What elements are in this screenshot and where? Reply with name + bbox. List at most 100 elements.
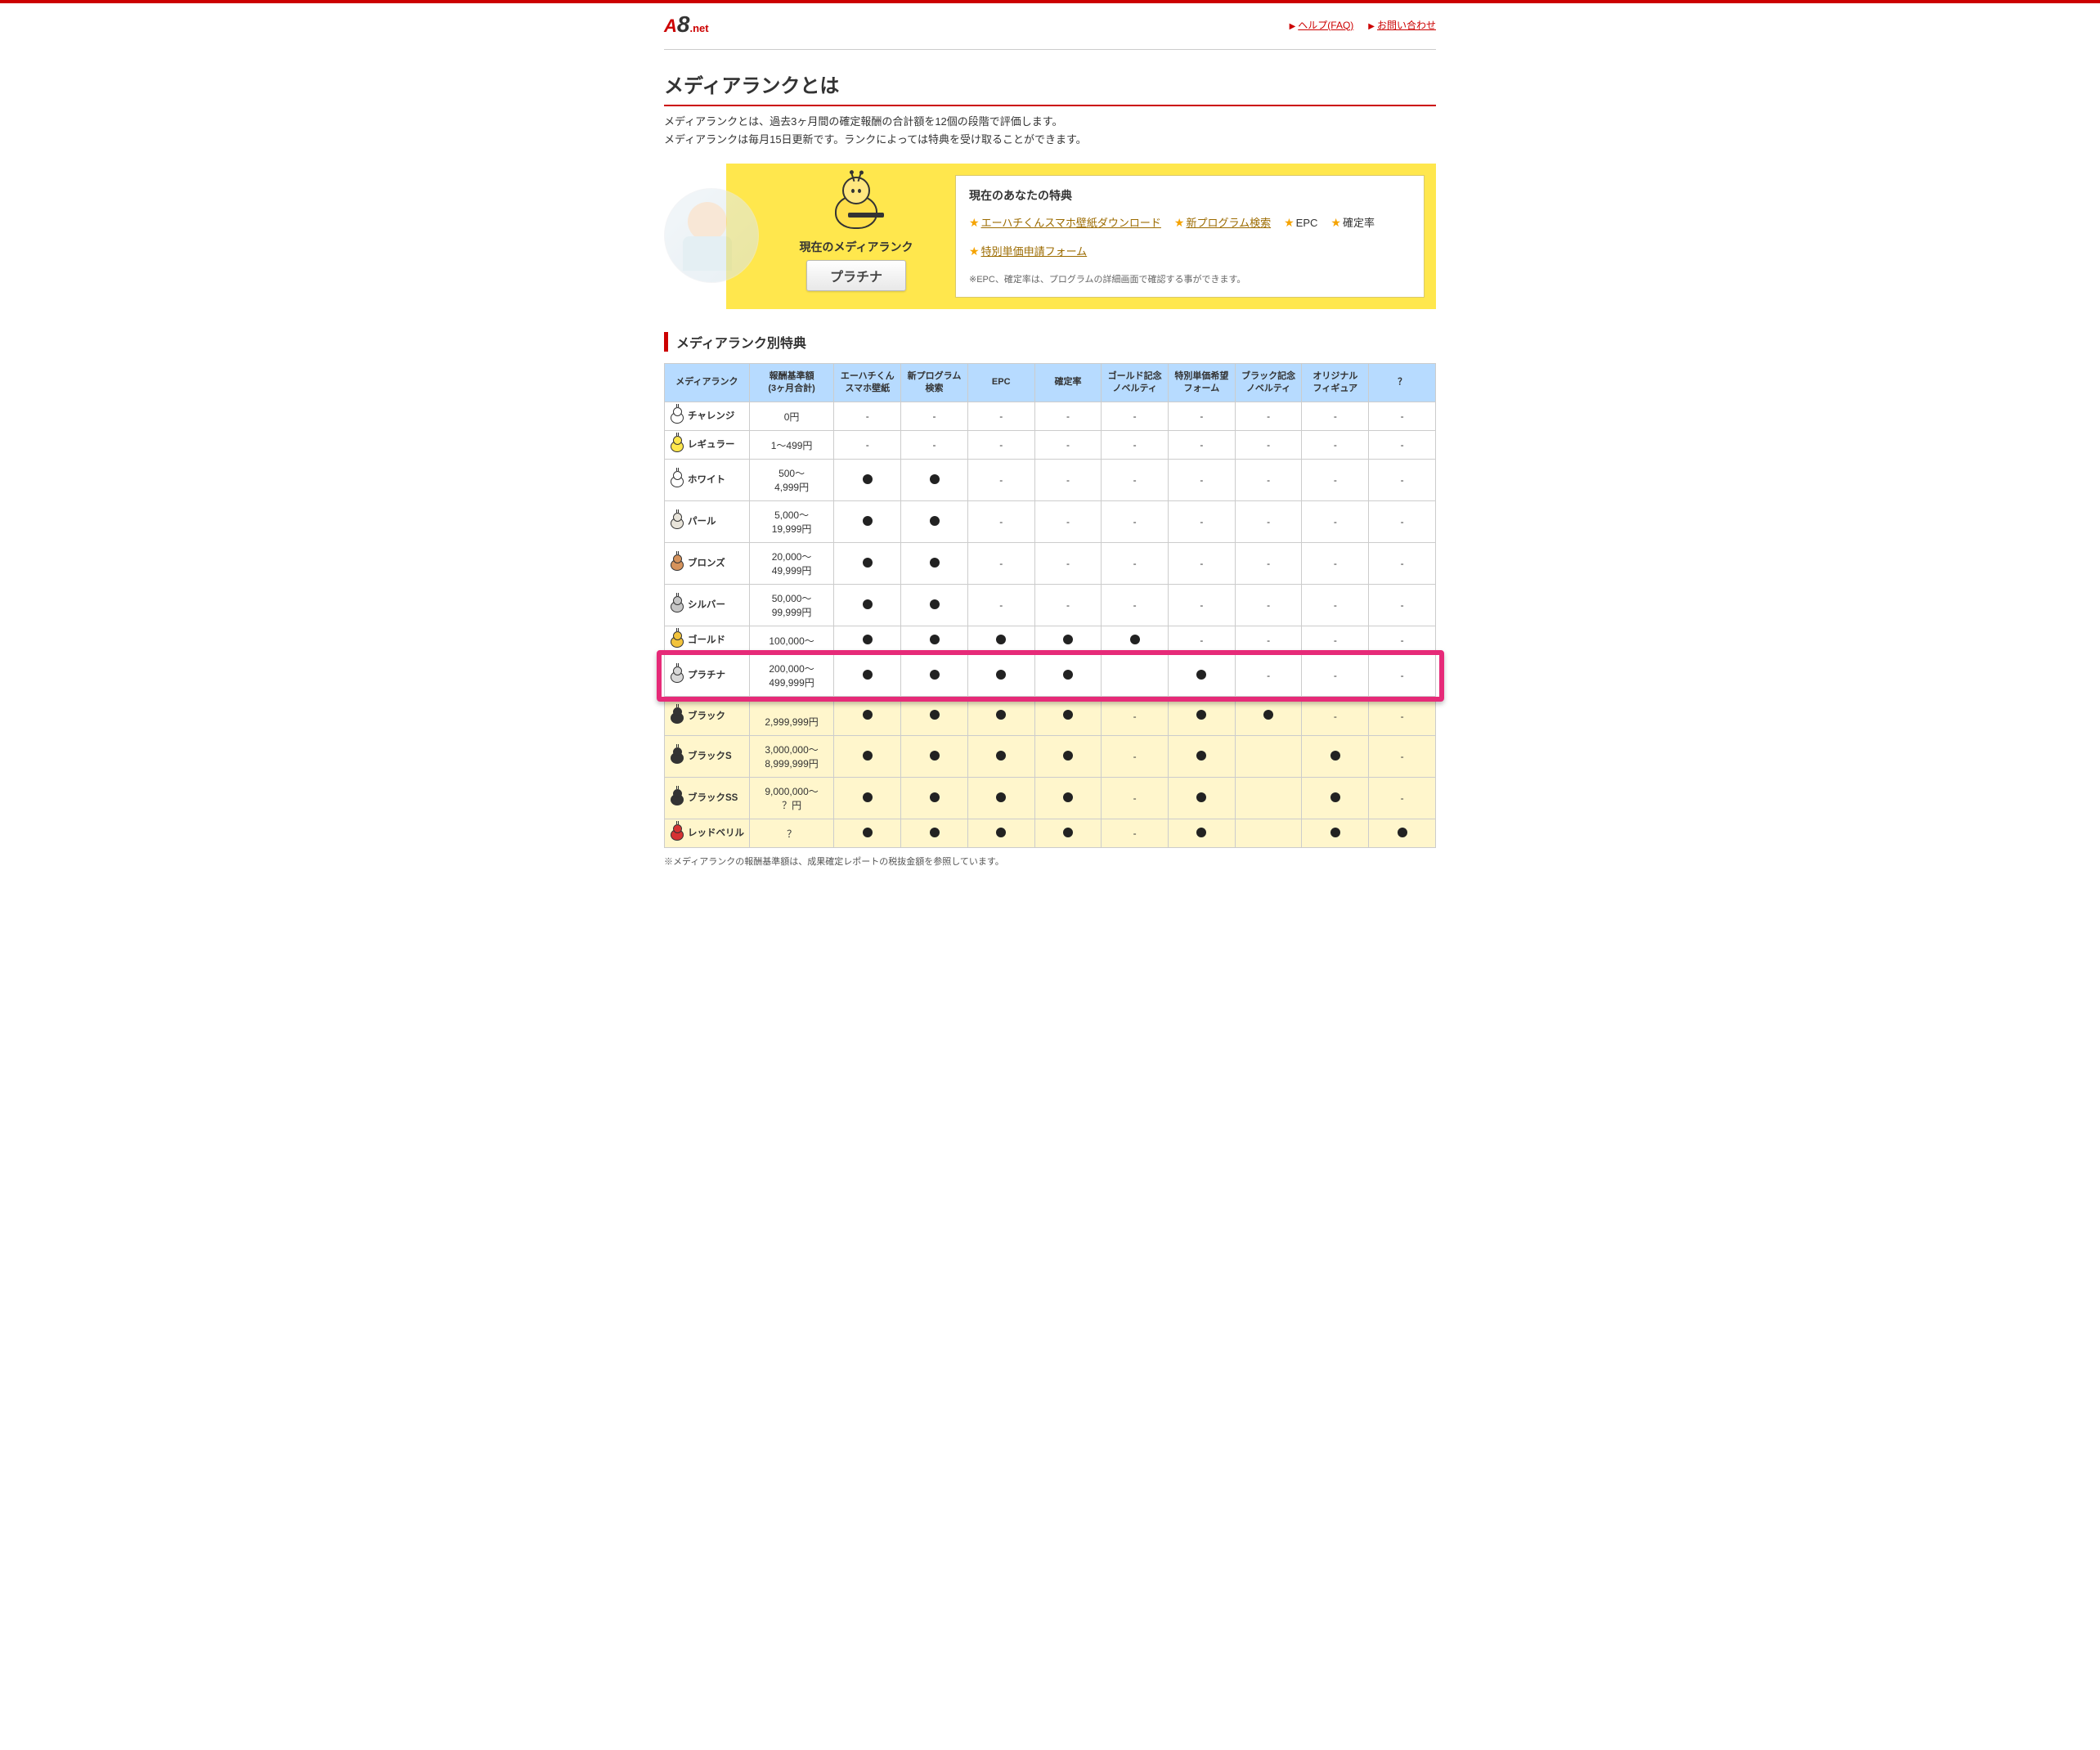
- feature-cell: -: [1235, 460, 1302, 501]
- help-link-wrap: ▶ヘルプ(FAQ): [1290, 18, 1354, 32]
- feature-cell: -: [1369, 431, 1436, 460]
- section-title: メディアランク別特典: [664, 332, 1436, 352]
- dot-icon: [1063, 828, 1073, 837]
- feature-cell: -: [1034, 460, 1102, 501]
- benefits-box: 現在のあなたの特典 ★エーハチくんスマホ壁紙ダウンロード ★新プログラム検索 ★…: [955, 175, 1425, 297]
- rank-name-cell: ブラック: [665, 697, 750, 736]
- column-header: メディアランク: [665, 363, 750, 402]
- benefits-note: ※EPC、確定率は、プログラムの詳細画面で確認する事ができます。: [969, 272, 1411, 285]
- column-header: 新プログラム検索: [901, 363, 968, 402]
- feature-cell: -: [1302, 460, 1369, 501]
- feature-cell: -: [1235, 626, 1302, 655]
- star-icon: ★: [1330, 216, 1341, 229]
- feature-cell: -: [1302, 585, 1369, 626]
- feature-cell: -: [1369, 736, 1436, 778]
- benefit-newprog-link[interactable]: 新プログラム検索: [1186, 217, 1271, 229]
- dot-icon: [1063, 710, 1073, 720]
- feature-cell: -: [1235, 585, 1302, 626]
- feature-cell: -: [1302, 543, 1369, 585]
- feature-cell: -: [1169, 460, 1236, 501]
- benefits-list: ★エーハチくんスマホ壁紙ダウンロード ★新プログラム検索 ★EPC ★確定率 ★…: [969, 212, 1411, 262]
- star-icon: ★: [969, 245, 980, 258]
- bee-icon: [670, 791, 684, 805]
- dot-icon: [930, 751, 940, 761]
- amount-cell: 1〜499円: [749, 431, 834, 460]
- column-header: ？: [1369, 363, 1436, 402]
- feature-cell: [1302, 736, 1369, 778]
- feature-cell: [1034, 819, 1102, 848]
- feature-cell: [901, 460, 968, 501]
- rank-table-wrap: メディアランク報酬基準額(3ヶ月合計)エーハチくんスマホ壁紙新プログラム検索EP…: [664, 363, 1436, 849]
- benefit-special-link[interactable]: 特別単価申請フォーム: [981, 245, 1088, 258]
- star-icon: ★: [969, 216, 980, 229]
- rank-name-cell: レギュラー: [665, 431, 750, 460]
- dot-icon: [930, 710, 940, 720]
- amount-cell: 500〜4,999円: [749, 460, 834, 501]
- feature-cell: -: [1169, 626, 1236, 655]
- page-title: メディアランクとは: [664, 70, 1436, 106]
- feature-cell: -: [1034, 501, 1102, 543]
- dot-icon: [863, 670, 873, 680]
- feature-cell: [901, 626, 968, 655]
- footnote: ※メディアランクの報酬基準額は、成果確定レポートの税抜金額を参照しています。: [664, 855, 1436, 868]
- dot-icon: [996, 751, 1006, 761]
- feature-cell: -: [1369, 655, 1436, 697]
- rank-name-cell: パール: [665, 501, 750, 543]
- intro-text: メディアランクとは、過去3ヶ月間の確定報酬の合計額を12個の段階で評価します。 …: [664, 113, 1436, 149]
- dot-icon: [863, 474, 873, 484]
- feature-cell: -: [1235, 431, 1302, 460]
- bee-icon: [670, 438, 684, 452]
- feature-cell: -: [1034, 585, 1102, 626]
- dot-icon: [930, 635, 940, 644]
- dot-icon: [1130, 635, 1140, 644]
- benefit-epc: EPC: [1296, 217, 1318, 229]
- feature-cell: [834, 460, 901, 501]
- dot-icon: [996, 670, 1006, 680]
- dot-icon: [863, 792, 873, 802]
- dot-icon: [930, 474, 940, 484]
- feature-cell: [834, 655, 901, 697]
- column-header: 特別単価希望フォーム: [1169, 363, 1236, 402]
- feature-cell: -: [1169, 501, 1236, 543]
- dot-icon: [1196, 828, 1206, 837]
- feature-cell: -: [1235, 655, 1302, 697]
- feature-cell: -: [967, 431, 1034, 460]
- rank-table: メディアランク報酬基準額(3ヶ月合計)エーハチくんスマホ壁紙新プログラム検索EP…: [664, 363, 1436, 849]
- column-header: 確定率: [1034, 363, 1102, 402]
- dot-icon: [930, 670, 940, 680]
- rank-name-cell: ブラックSS: [665, 778, 750, 819]
- rank-name-cell: ホワイト: [665, 460, 750, 501]
- bee-icon: [670, 826, 684, 841]
- feature-cell: [967, 697, 1034, 736]
- logo[interactable]: A8.net: [664, 11, 709, 38]
- current-rank-panel: 現在のメディアランク プラチナ 現在のあなたの特典 ★エーハチくんスマホ壁紙ダウ…: [664, 164, 1436, 308]
- feature-cell: -: [834, 402, 901, 431]
- dot-icon: [996, 635, 1006, 644]
- feature-cell: [901, 585, 968, 626]
- column-header: ブラック記念ノベルティ: [1235, 363, 1302, 402]
- bee-icon: [670, 514, 684, 529]
- feature-cell: -: [1102, 697, 1169, 736]
- feature-cell: [1235, 736, 1302, 778]
- feature-cell: -: [1235, 402, 1302, 431]
- triangle-icon: ▶: [1368, 22, 1375, 31]
- feature-cell: -: [1102, 819, 1169, 848]
- feature-cell: -: [1302, 697, 1369, 736]
- dot-icon: [863, 516, 873, 526]
- feature-cell: -: [1302, 626, 1369, 655]
- feature-cell: -: [1102, 501, 1169, 543]
- feature-cell: [1034, 655, 1102, 697]
- amount-cell: 3,000,000〜8,999,999円: [749, 736, 834, 778]
- table-row: プラチナ200,000〜499,999円---: [665, 655, 1436, 697]
- contact-link[interactable]: お問い合わせ: [1377, 20, 1436, 31]
- help-link[interactable]: ヘルプ(FAQ): [1298, 20, 1353, 31]
- dot-icon: [996, 792, 1006, 802]
- amount-cell: 9,000,000〜？円: [749, 778, 834, 819]
- feature-cell: -: [1034, 543, 1102, 585]
- dot-icon: [996, 828, 1006, 837]
- table-row: ブロンズ20,000〜49,999円-------: [665, 543, 1436, 585]
- dot-icon: [863, 828, 873, 837]
- benefit-wallpaper-link[interactable]: エーハチくんスマホ壁紙ダウンロード: [981, 217, 1161, 229]
- table-row: ブラック2,999,999円---: [665, 697, 1436, 736]
- feature-cell: -: [967, 585, 1034, 626]
